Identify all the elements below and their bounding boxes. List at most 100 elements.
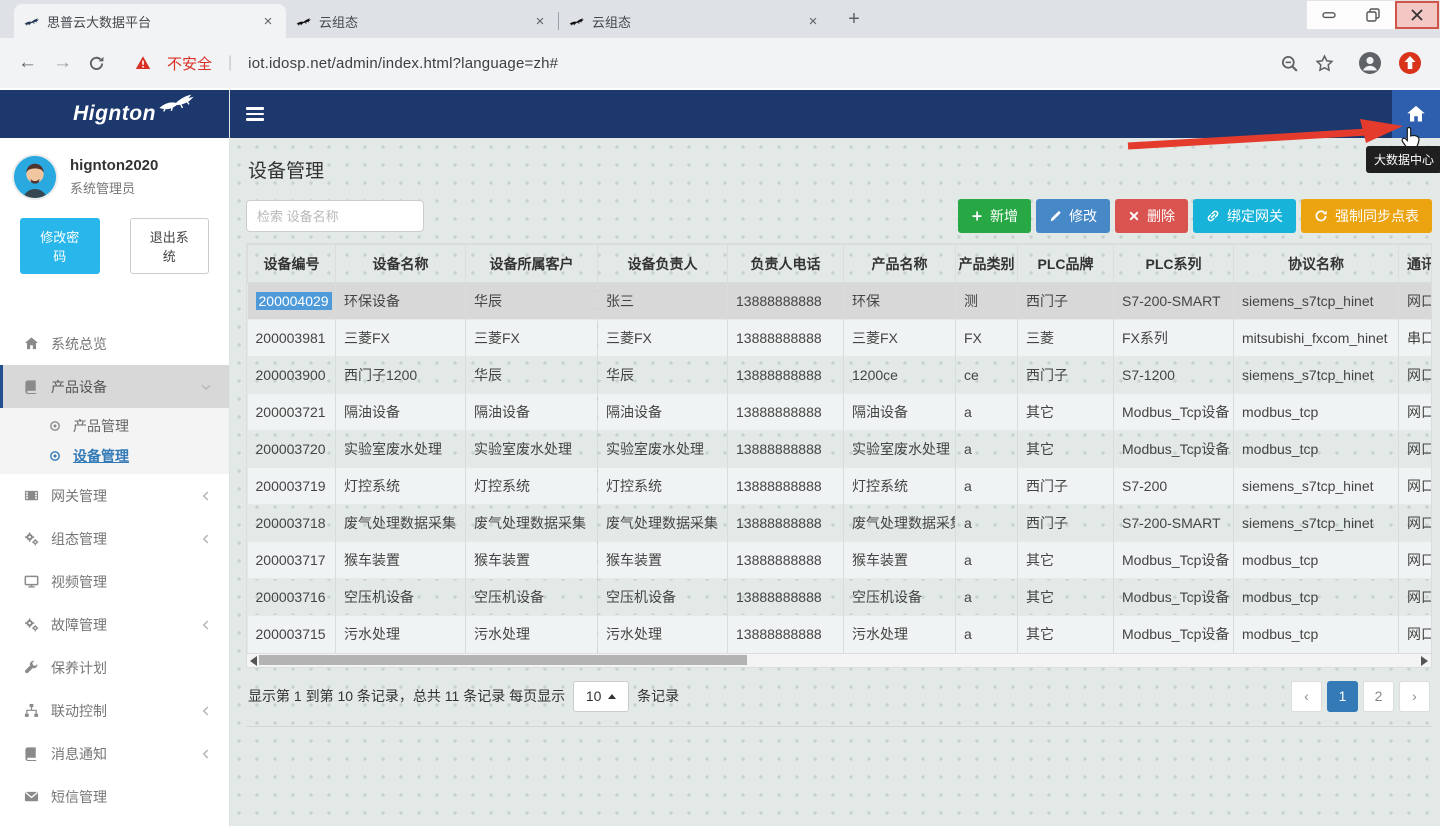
column-header: 负责人电话 xyxy=(728,245,844,283)
bind-gateway-button[interactable]: 绑定网关 xyxy=(1193,199,1296,233)
table-row[interactable]: 200004029 环保设备 华辰 张三 13888888888 环保 测 西门… xyxy=(248,283,1433,320)
address-bar[interactable]: iot.idosp.net/admin/index.html?language=… xyxy=(248,55,558,72)
sidebar-item-message-notification[interactable]: 消息通知 xyxy=(0,732,229,775)
cell-plc-brand: 其它 xyxy=(1018,616,1114,653)
cell-device-name: 三菱FX xyxy=(336,320,466,357)
table-row[interactable]: 200003720 实验室废水处理 实验室废水处理 实验室废水处理 138888… xyxy=(248,431,1433,468)
sidebar-item-linkage-control[interactable]: 联动控制 xyxy=(0,689,229,732)
tab-close-icon[interactable]: × xyxy=(805,13,821,30)
sidebar-item-space-management[interactable]: 空间管理 xyxy=(0,818,229,826)
force-sync-button[interactable]: 强制同步点表 xyxy=(1301,199,1432,233)
cell-owner: 隔油设备 xyxy=(598,394,728,431)
sidebar-item-maintenance-plan[interactable]: 保养计划 xyxy=(0,646,229,689)
sidebar-item-configuration-management[interactable]: 组态管理 xyxy=(0,517,229,560)
browser-tab-1[interactable]: 思普云大数据平台 × xyxy=(14,4,286,38)
big-data-center-home-button[interactable] xyxy=(1392,90,1440,138)
hamburger-menu-icon[interactable] xyxy=(246,107,264,121)
book-icon xyxy=(22,746,41,761)
sidebar-item-fault-management[interactable]: 故障管理 xyxy=(0,603,229,646)
cell-comm: 网口 xyxy=(1399,542,1433,579)
update-icon[interactable] xyxy=(1398,51,1422,75)
browser-tab-3[interactable]: 云组态 × xyxy=(559,4,831,38)
column-header: PLC品牌 xyxy=(1018,245,1114,283)
sidebar-item-product-management[interactable]: 产品管理 xyxy=(0,411,229,441)
table-row[interactable]: 200003721 隔油设备 隔油设备 隔油设备 13888888888 隔油设… xyxy=(248,394,1433,431)
column-header: 设备所属客户 xyxy=(466,245,598,283)
change-password-button[interactable]: 修改密码 xyxy=(20,218,100,274)
cell-product-category: FX xyxy=(956,320,1018,357)
action-row: 新增 修改 删除 绑定网关 xyxy=(246,199,1432,233)
page-size-select[interactable]: 10 xyxy=(573,681,629,712)
device-id-text: 200003716 xyxy=(256,589,326,605)
delete-button[interactable]: 删除 xyxy=(1115,199,1188,233)
horizontal-scrollbar[interactable] xyxy=(246,653,1432,668)
logout-button[interactable]: 退出系统 xyxy=(130,218,210,274)
back-button[interactable]: ← xyxy=(18,52,37,74)
sidebar-item-product-device[interactable]: 产品设备 xyxy=(0,365,229,408)
sidebar-item-sms-management[interactable]: 短信管理 xyxy=(0,775,229,818)
scroll-right-arrow-icon[interactable] xyxy=(1421,656,1428,666)
page-1-button[interactable]: 1 xyxy=(1327,681,1358,712)
cell-plc-series: Modbus_Tcp设备 xyxy=(1114,616,1234,653)
security-warning-icon[interactable] xyxy=(135,55,151,71)
sidebar-item-gateway-management[interactable]: 网关管理 xyxy=(0,474,229,517)
home-icon xyxy=(1406,104,1426,124)
cell-protocol: modbus_tcp xyxy=(1234,542,1399,579)
restore-button[interactable] xyxy=(1351,1,1395,29)
cell-comm: 网口 xyxy=(1399,505,1433,542)
tab-close-icon[interactable]: × xyxy=(260,13,276,30)
username: hignton2020 xyxy=(70,157,158,174)
column-header: 设备名称 xyxy=(336,245,466,283)
page-2-button[interactable]: 2 xyxy=(1363,681,1394,712)
browser-tab-2[interactable]: 云组态 × xyxy=(286,4,558,38)
tab-close-icon[interactable]: × xyxy=(532,13,548,30)
sidebar-item-system-overview[interactable]: 系统总览 xyxy=(0,322,229,365)
book-icon xyxy=(22,379,41,394)
cell-customer: 实验室废水处理 xyxy=(466,431,598,468)
cell-phone: 13888888888 xyxy=(728,394,844,431)
table-row[interactable]: 200003719 灯控系统 灯控系统 灯控系统 13888888888 灯控系… xyxy=(248,468,1433,505)
home-icon xyxy=(22,336,41,351)
device-id-text: 200003721 xyxy=(256,404,326,420)
star-bookmark-icon[interactable] xyxy=(1315,54,1334,73)
forward-button[interactable]: → xyxy=(53,52,72,74)
security-warning-label[interactable]: 不安全 xyxy=(167,53,212,74)
device-id-text: 200003718 xyxy=(256,515,326,531)
cell-plc-brand: 其它 xyxy=(1018,579,1114,616)
reload-icon[interactable] xyxy=(88,55,105,72)
minimize-icon xyxy=(1321,7,1337,23)
cell-device-name: 污水处理 xyxy=(336,616,466,653)
zoom-out-icon[interactable] xyxy=(1280,54,1299,73)
sidebar-item-device-management[interactable]: 设备管理 xyxy=(0,441,229,471)
table-row[interactable]: 200003717 猴车装置 猴车装置 猴车装置 13888888888 猴车装… xyxy=(248,542,1433,579)
prev-page-button[interactable]: ‹ xyxy=(1291,681,1322,712)
table-row[interactable]: 200003981 三菱FX 三菱FX 三菱FX 13888888888 三菱F… xyxy=(248,320,1433,357)
table-row[interactable]: 200003715 污水处理 污水处理 污水处理 13888888888 污水处… xyxy=(248,616,1433,653)
next-page-button[interactable]: › xyxy=(1399,681,1430,712)
window-controls xyxy=(1306,0,1440,30)
scroll-left-arrow-icon[interactable] xyxy=(250,656,257,666)
search-input[interactable] xyxy=(246,200,424,232)
cell-phone: 13888888888 xyxy=(728,357,844,394)
table-row[interactable]: 200003716 空压机设备 空压机设备 空压机设备 13888888888 … xyxy=(248,579,1433,616)
close-button[interactable] xyxy=(1395,1,1439,29)
cell-comm: 网口 xyxy=(1399,616,1433,653)
cell-customer: 华辰 xyxy=(466,283,598,320)
cell-phone: 13888888888 xyxy=(728,431,844,468)
cell-customer: 三菱FX xyxy=(466,320,598,357)
cell-product-category: a xyxy=(956,505,1018,542)
device-id-text: 200003720 xyxy=(256,441,326,457)
new-tab-button[interactable]: + xyxy=(841,6,867,32)
table-row[interactable]: 200003900 西门子1200 华辰 华辰 13888888888 1200… xyxy=(248,357,1433,394)
cell-plc-brand: 西门子 xyxy=(1018,357,1114,394)
chevron-left-icon xyxy=(199,704,213,718)
table-row[interactable]: 200003718 废气处理数据采集 废气处理数据采集 废气处理数据采集 138… xyxy=(248,505,1433,542)
cell-owner: 华辰 xyxy=(598,357,728,394)
scrollbar-thumb[interactable] xyxy=(259,655,747,665)
edit-button[interactable]: 修改 xyxy=(1036,199,1110,233)
sidebar-item-video-management[interactable]: 视频管理 xyxy=(0,560,229,603)
minimize-button[interactable] xyxy=(1307,1,1351,29)
cell-product-name: 空压机设备 xyxy=(844,579,956,616)
add-button[interactable]: 新增 xyxy=(958,199,1031,233)
profile-icon[interactable] xyxy=(1358,51,1382,75)
